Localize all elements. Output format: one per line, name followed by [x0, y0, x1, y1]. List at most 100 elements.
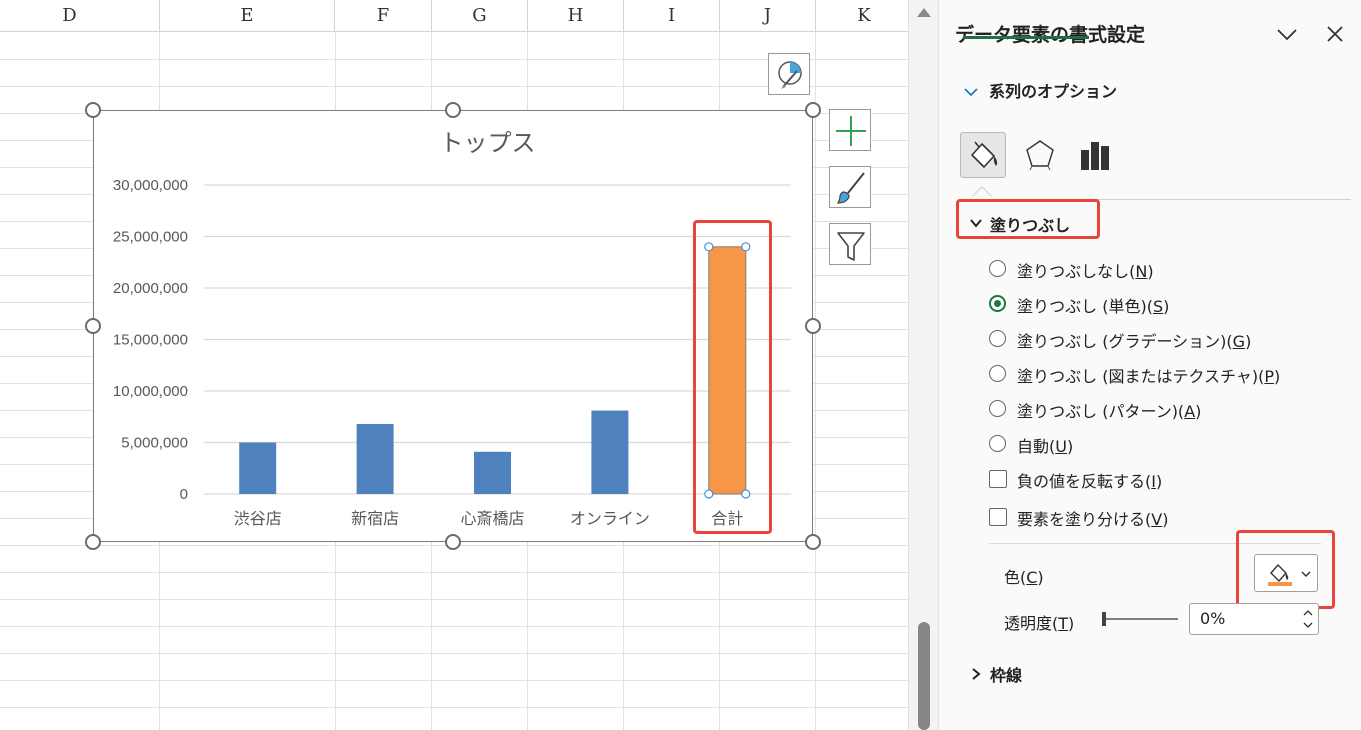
- brush-icon: [837, 172, 865, 204]
- tab-caret: [972, 186, 992, 206]
- checkbox-vary-colors[interactable]: [989, 508, 1007, 526]
- column-header-k[interactable]: K: [816, 0, 908, 32]
- access-key: A: [1184, 402, 1196, 421]
- option-label-end: ): [1066, 437, 1074, 456]
- transparency-value: 0%: [1200, 609, 1226, 628]
- column-header-bar: D E F G H I J K: [0, 0, 908, 32]
- y-tick-label: 30,000,000: [113, 177, 188, 194]
- radio-solid-fill[interactable]: [989, 295, 1006, 312]
- grid-line: [0, 707, 908, 708]
- fill-line-tab[interactable]: [960, 132, 1006, 178]
- column-header-e[interactable]: E: [160, 0, 335, 32]
- transparency-input[interactable]: 0%: [1189, 603, 1319, 635]
- column-header-f[interactable]: F: [335, 0, 432, 32]
- radio-picture-fill[interactable]: [989, 365, 1006, 382]
- series-options-label: 系列のオプション: [989, 82, 1118, 101]
- grid-line: [0, 572, 908, 573]
- selected-color-swatch: [1268, 582, 1292, 586]
- spinner-icon[interactable]: [1302, 606, 1314, 632]
- bar-2: [356, 423, 394, 494]
- grid-line: [0, 599, 908, 600]
- pentagon-icon: [1026, 140, 1054, 171]
- option-label: 塗りつぶし (パターン)(: [1017, 402, 1185, 421]
- column-header-h[interactable]: H: [528, 0, 624, 32]
- chart-filter-button[interactable]: [829, 223, 871, 265]
- point-selection-handle: [741, 489, 751, 499]
- option-label-end: ): [1163, 297, 1170, 316]
- pane-close-button[interactable]: [1321, 20, 1349, 48]
- y-tick-label: 5,000,000: [121, 435, 188, 452]
- resize-handle-bottom-left[interactable]: [85, 534, 101, 550]
- resize-handle-bottom[interactable]: [445, 534, 461, 550]
- option-label: 塗りつぶし (図またはテクスチャ)(: [1017, 367, 1265, 386]
- column-header-d[interactable]: D: [0, 0, 160, 32]
- chart-elements-button[interactable]: [829, 109, 871, 151]
- y-tick-label: 10,000,000: [113, 383, 188, 400]
- tab-underline: [963, 36, 1089, 39]
- access-key: S: [1152, 297, 1164, 316]
- access-key: T: [1058, 614, 1069, 633]
- chart-layout-icon: [778, 61, 802, 89]
- check-label-end: ): [1155, 472, 1163, 491]
- worksheet[interactable]: D E F G H I J K トップス 30,000,000 25,000,000…: [0, 0, 908, 730]
- resize-handle-top[interactable]: [445, 102, 461, 118]
- chevron-down-icon: [964, 88, 978, 97]
- scroll-up-arrow-icon[interactable]: [917, 8, 931, 17]
- radio-no-fill[interactable]: [989, 260, 1006, 277]
- color-label-end: ): [1037, 568, 1044, 587]
- vertical-scrollbar[interactable]: [908, 0, 938, 730]
- point-selection-handle: [741, 242, 751, 252]
- option-label: 塗りつぶしなし(: [1017, 262, 1136, 281]
- option-label: 塗りつぶし (単色)(: [1017, 297, 1153, 316]
- resize-handle-left[interactable]: [85, 318, 101, 334]
- chart-area[interactable]: トップス 30,000,000 25,000,000 20,000,000 15,000…: [93, 110, 813, 542]
- slider-thumb[interactable]: [1102, 612, 1106, 626]
- option-label: 自動(: [1017, 437, 1056, 456]
- resize-handle-bottom-right[interactable]: [805, 534, 821, 550]
- bar-chart-icon: [1081, 142, 1109, 170]
- bar-5: [708, 246, 747, 495]
- chart-layout-button[interactable]: [768, 53, 810, 95]
- y-tick-label: 15,000,000: [113, 332, 188, 349]
- access-key: G: [1232, 332, 1246, 351]
- column-header-i[interactable]: I: [624, 0, 720, 32]
- border-section-label: 枠線: [990, 666, 1023, 685]
- pane-options-button[interactable]: [1273, 20, 1301, 48]
- column-header-j[interactable]: J: [720, 0, 816, 32]
- y-tick-label: 0: [180, 486, 188, 503]
- transparency-label-text: 透明度(: [1004, 614, 1059, 633]
- chart-styles-button[interactable]: [829, 166, 871, 208]
- radio-gradient-fill[interactable]: [989, 330, 1006, 347]
- series-options-icon-tab[interactable]: [1073, 132, 1119, 178]
- option-label-end: ): [1274, 367, 1281, 386]
- resize-handle-top-left[interactable]: [85, 102, 101, 118]
- paint-bucket-icon: [971, 141, 998, 168]
- chevron-down-icon: [970, 219, 982, 228]
- color-label: 色(C): [1004, 564, 1044, 588]
- fill-section-label: 塗りつぶし: [990, 216, 1071, 235]
- x-category-label: 合計: [711, 510, 743, 528]
- x-category-label: 心斎橋店: [460, 510, 524, 528]
- check-label: 要素を塗り分ける(: [1017, 510, 1152, 529]
- option-label-end: ): [1245, 332, 1252, 351]
- transparency-label-end: ): [1068, 614, 1075, 633]
- checkbox-invert-negative[interactable]: [989, 470, 1007, 488]
- format-data-point-pane: データ要素の書式設定 系列のオプション 塗りつぶし 塗りつぶしなし(N) 塗りつ…: [938, 0, 1361, 730]
- transparency-slider[interactable]: [1102, 610, 1178, 628]
- scrollbar-thumb[interactable]: [918, 622, 930, 730]
- grid-line: [0, 653, 908, 654]
- tab-divider: [959, 199, 1351, 200]
- option-label-end: ): [1147, 262, 1154, 281]
- close-icon: [1327, 26, 1343, 42]
- resize-handle-right[interactable]: [805, 318, 821, 334]
- radio-pattern-fill[interactable]: [989, 400, 1006, 417]
- radio-automatic[interactable]: [989, 435, 1006, 452]
- resize-handle-top-right[interactable]: [805, 102, 821, 118]
- column-header-g[interactable]: G: [432, 0, 528, 32]
- bar-1: [239, 442, 277, 494]
- paint-bucket-icon: [1268, 563, 1311, 586]
- effects-tab[interactable]: [1017, 132, 1063, 178]
- fill-color-button[interactable]: [1254, 554, 1318, 592]
- y-tick-label: 25,000,000: [113, 229, 188, 246]
- access-key: P: [1264, 367, 1274, 386]
